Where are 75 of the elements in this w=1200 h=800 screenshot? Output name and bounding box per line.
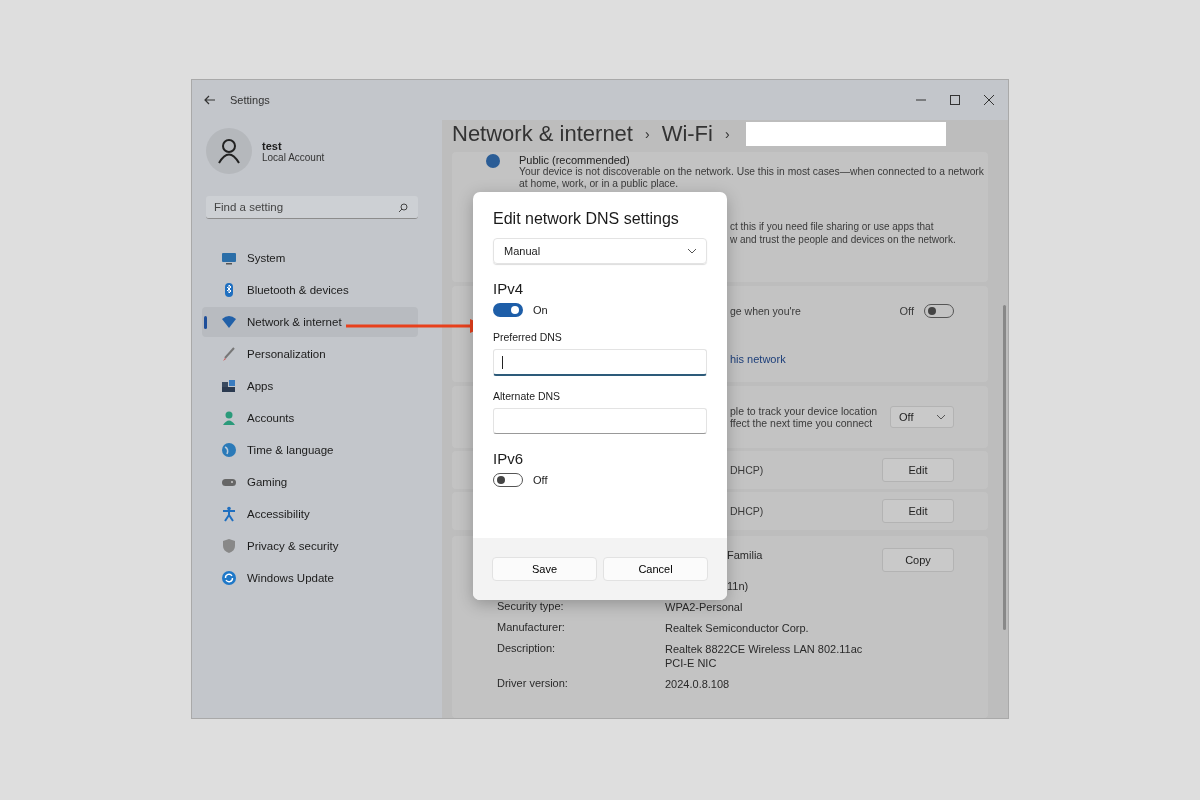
property-value: 2024.0.8.108 [665, 677, 731, 691]
sidebar-item[interactable]: Personalization [202, 339, 418, 369]
toggle-state: On [533, 304, 548, 316]
scrollbar[interactable] [1003, 305, 1006, 630]
sidebar-item[interactable]: Accessibility [202, 499, 418, 529]
property-label: Driver version: [497, 677, 569, 691]
property-label: Security type: [497, 600, 565, 614]
avatar [206, 128, 252, 174]
edit-button[interactable]: Edit [882, 499, 954, 523]
apps-icon [221, 378, 237, 394]
brush-icon [221, 346, 237, 362]
toggle-state: Off [533, 474, 548, 486]
field-label: Preferred DNS [493, 331, 563, 343]
chevron-down-icon [937, 414, 945, 420]
property-label: Manufacturer: [497, 621, 566, 635]
toggle-state: Off [899, 304, 914, 317]
window-title: Settings [230, 94, 270, 106]
property-value: WPA2-Personal [665, 600, 744, 614]
accounts-icon [221, 410, 237, 426]
account-type: Local Account [262, 151, 325, 163]
breadcrumb-item: Wi-Fi [661, 121, 713, 147]
globe-icon [221, 442, 237, 458]
property-value: Realtek 8822CE Wireless LAN 802.11ac PCI-E NIC [665, 642, 864, 670]
section-heading: IPv6 [493, 450, 524, 467]
option-description: Your device is not discoverable on the network. Use this in most cases—when connected to a network at home, work, or in a public place. [519, 166, 984, 190]
network-icon [221, 314, 237, 330]
shield-icon [221, 538, 237, 554]
copy-button[interactable]: Copy [882, 548, 954, 572]
sidebar-item[interactable]: Bluetooth & devices [202, 275, 418, 305]
dropdown[interactable]: Manual [493, 238, 707, 264]
sidebar-item[interactable]: Windows Update [202, 563, 418, 593]
option-description: ct this if you need file sharing or use apps that [729, 220, 935, 233]
chevron-down-icon [688, 248, 696, 254]
section-heading: IPv4 [493, 280, 524, 297]
sidebar-item[interactable]: System [202, 243, 418, 273]
setting-value: DHCP) [730, 464, 765, 476]
property-value: Realtek Semiconductor Corp. [665, 621, 810, 635]
dialog-button[interactable]: Save [492, 557, 597, 581]
sidebar-item[interactable]: Network & internet [202, 307, 418, 337]
setting-description: ffect the next time you connect [730, 417, 874, 429]
sidebar-item[interactable]: Privacy & security [202, 531, 418, 561]
search-field[interactable]: Find a setting [206, 196, 418, 219]
sidebar-item[interactable]: Accounts [202, 403, 418, 433]
option-label: Public (recommended) [519, 154, 630, 166]
option-description: w and trust the people and devices on the network. [729, 233, 957, 246]
property-label: Description: [497, 642, 557, 656]
update-icon [221, 570, 237, 586]
setting-description: ple to track your device location [730, 405, 879, 417]
maximize-icon[interactable] [950, 95, 960, 105]
setting-description: ge when you're [730, 304, 802, 317]
input-field[interactable] [493, 408, 707, 434]
close-icon[interactable] [984, 95, 994, 105]
sidebar-item[interactable]: Apps [202, 371, 418, 401]
input-field[interactable] [493, 349, 707, 376]
setting-value: DHCP) [730, 505, 765, 517]
edit-button[interactable]: Edit [882, 458, 954, 482]
system-icon [221, 250, 237, 266]
property-value: Familia [727, 548, 763, 563]
back-icon[interactable] [204, 95, 216, 105]
dialog-button[interactable]: Cancel [603, 557, 708, 581]
radio-button[interactable] [486, 154, 500, 168]
chevron-icon: › [644, 126, 650, 142]
sidebar-item[interactable]: Gaming [202, 467, 418, 497]
dialog-title: Edit network DNS settings [493, 210, 680, 228]
chevron-icon: › [724, 126, 730, 142]
account-name: test [262, 139, 283, 152]
property-value: 11n) [727, 579, 749, 593]
search-icon [398, 203, 408, 213]
dropdown[interactable]: Off [890, 406, 954, 428]
settings-link[interactable]: his network [730, 352, 786, 365]
toggle-switch[interactable] [493, 303, 523, 317]
accessibility-icon [221, 506, 237, 522]
sidebar-item[interactable]: Time & language [202, 435, 418, 465]
field-label: Alternate DNS [493, 390, 562, 402]
breadcrumb-item[interactable]: Network & internet [452, 121, 633, 147]
